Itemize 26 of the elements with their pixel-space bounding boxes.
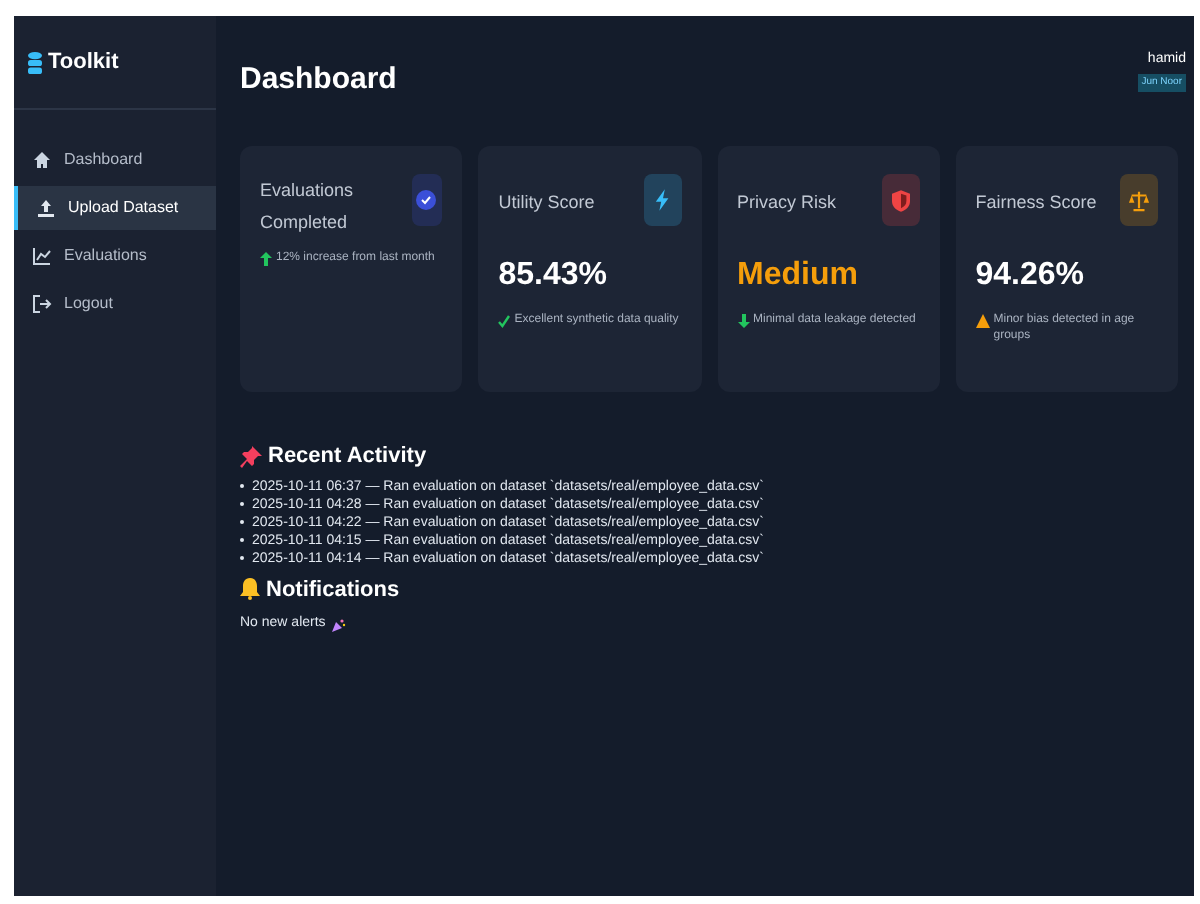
brand-name: Toolkit [48,47,119,78]
nav-item[interactable]: Logout [14,282,216,326]
scales-icon [1120,174,1158,226]
nav-item[interactable]: Dashboard [14,138,216,182]
page-title: Dashboard [240,60,397,100]
shield-icon [881,174,920,226]
database-icon [28,51,42,73]
logout-icon [32,294,52,314]
home-icon [32,150,52,170]
section-title: Notifications [266,575,400,605]
nav-item[interactable]: Evaluations [14,234,216,278]
section-title: Recent Activity [268,442,427,472]
card-value: 85.43% [498,256,610,296]
nav-item[interactable]: Upload Dataset [14,186,216,230]
lightning-icon [643,174,681,226]
line-chart-icon [32,246,52,266]
card-value: Medium [737,256,860,296]
card-title: Evaluations Completed [260,178,356,236]
bell-icon [240,578,260,601]
card-title: Privacy Risk [737,190,837,216]
party-popper-icon [331,617,346,632]
card-title: Fairness Score [975,190,1097,216]
card-value: 94.26% [975,256,1087,296]
pushpin-icon [240,445,262,468]
card-title: Utility Score [498,190,595,216]
upload-icon [36,198,56,218]
